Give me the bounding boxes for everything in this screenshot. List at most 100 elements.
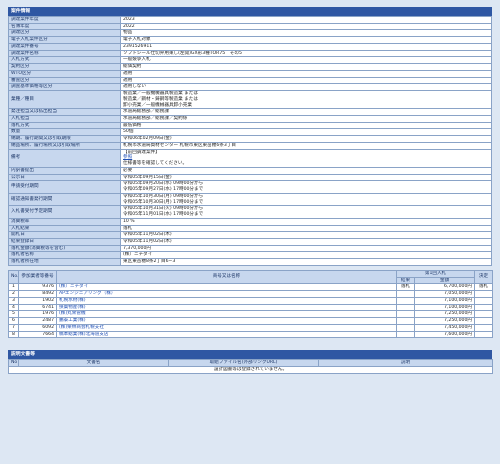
page: 案件情報 調達案件年度 2023 名簿年度 2022 調達区分 物品 電子入札案件区分 電子入… (8, 7, 493, 374)
info-value-line: 水道局総務部／総務課／契約係 (123, 116, 188, 122)
result-no: 8 (8, 330, 19, 339)
results-table: No. 参加業者等番号 商号又は名称 第1回入札 決定 結果 金額 1 9376(… (8, 269, 493, 339)
info-label: 調達区分 (8, 29, 121, 38)
info-label: 公示日 (8, 173, 121, 182)
info-row: 入札方式 一般競争入札 (8, 56, 492, 65)
info-value-line: 令和05年11月01日(水) 17時00分まで (123, 212, 204, 218)
info-value: 適用 (120, 76, 492, 85)
info-value: 一般競争入札 (120, 56, 492, 65)
info-value-line: 水道局総務部／総務課 (123, 109, 169, 115)
result-decision (474, 290, 493, 298)
result-name: 扶桑物産(株) (56, 303, 397, 312)
info-value-line: 10 % (123, 218, 135, 224)
result-code: 6741 (18, 303, 57, 312)
info-row: 落札方式 最低価格 (8, 121, 492, 130)
info-label: 納期、履行期間又は引取期限 (8, 135, 121, 143)
info-row: 入札結果 落札 (8, 224, 492, 233)
info-label: 名簿年度 (8, 22, 121, 31)
result-no: 3 (8, 296, 19, 305)
info-label: 結果登録日 (8, 237, 121, 246)
result-code: 9376 (18, 283, 57, 292)
result-amount: 7,250,000円 (414, 317, 475, 325)
result-code: 8492 (18, 290, 57, 298)
info-value-line: 7,370,000円 (123, 245, 151, 251)
result-result (396, 290, 415, 298)
result-code: 2487 (18, 317, 57, 325)
result-amount: 7,050,000円 (414, 290, 475, 298)
result-decision (474, 317, 493, 325)
col-no: No. (8, 269, 19, 285)
result-name: 鵬泰工業(株) (56, 317, 397, 325)
info-label: 消費税率 (8, 217, 121, 226)
attachments-table: No 文書名 取組ファイル名(外部リンクURL) 説明 設計図書等は登録されてい… (8, 359, 493, 374)
result-name: (株)栗林商会札幌支社 (56, 323, 397, 332)
result-decision: 落札 (474, 283, 493, 292)
info-value-line: 必要 (123, 167, 133, 173)
info-row: 確認通知書発行期間 令和05年10月30日(月) 09時00分から 令和05年10月… (8, 192, 492, 207)
result-result (396, 317, 415, 325)
info-label: 落札方式 (8, 121, 121, 130)
att-col-doc: 文書名 (18, 359, 169, 367)
info-row: 結果登録日 令和05年11月02日(木) (8, 237, 492, 246)
info-value-line: 東区東苗穂8条2丁目6−3 (123, 259, 176, 265)
result-name: (株)丸栄管機 (56, 310, 397, 319)
info-value-line: 50個 (123, 129, 134, 135)
result-no: 7 (8, 323, 19, 332)
info-label: 入札結果 (8, 224, 121, 233)
info-value: 令和05年11月02日(木) (120, 231, 492, 239)
result-no: 6 (8, 317, 19, 325)
info-value: 10 % (120, 217, 492, 226)
result-name: 橋本総業(株)北海道支店 (56, 330, 397, 339)
info-row: WTO区分 適用 (8, 69, 492, 78)
result-no: 5 (8, 310, 19, 319)
result-row: 1 9376 (株）ニチダイ 落札 6,700,000円 落札 (8, 283, 493, 292)
info-label: 入札書受付予定期間 (8, 205, 121, 219)
info-value: 令和05年11月02日(木) (120, 237, 492, 246)
info-row: 申請受付期間 令和05年09月20日(水) 09時00分から 令和05年09月27日… (8, 180, 492, 194)
info-row: 数量 50個 (8, 128, 492, 137)
att-col-desc: 説明 (318, 359, 493, 367)
info-value: 令和05年09月20日(水) 09時00分から 令和05年09月27日(水) 17… (120, 180, 492, 194)
result-result (396, 296, 415, 305)
info-value: 総価契約 (120, 63, 492, 71)
result-decision (474, 296, 493, 305)
info-value-line: 2023 (123, 17, 135, 22)
info-value-line: 物品 (123, 30, 133, 36)
result-result (396, 310, 415, 319)
info-label: 調達案件年度 (8, 16, 121, 24)
info-label: 調達案件名称 (8, 49, 121, 58)
info-label: WTO区分 (8, 69, 121, 78)
result-name: 札幌水材(株) (56, 296, 397, 305)
col-decision: 決定 (474, 269, 493, 285)
info-value-line: 仕様書等を確認してください。 (123, 161, 188, 167)
col-name: 商号又は名称 (56, 269, 397, 285)
result-row: 6 2487 鵬泰工業(株) 7,250,000円 (8, 317, 493, 325)
result-row: 5 1976 (株)丸栄管機 7,250,000円 (8, 310, 493, 319)
result-result (396, 323, 415, 332)
result-name: APエンジニアリング（株） (56, 290, 397, 298)
info-value: 【前回調達案件】 参照 仕様書等を確認してください。 (120, 148, 492, 168)
result-no: 4 (8, 303, 19, 312)
info-row: 備考 【前回調達案件】 参照 仕様書等を確認してください。 (8, 148, 492, 168)
result-code: 6092 (18, 323, 57, 332)
result-amount: 7,250,000円 (414, 310, 475, 319)
col-amount: 金額 (414, 276, 475, 285)
result-name: (株）ニチダイ (56, 283, 397, 292)
col-code: 参加業者等番号 (18, 269, 57, 285)
info-label: 調査基準価格等区分 (8, 83, 121, 92)
info-row: 電子入札案件区分 電子入札対象 (8, 36, 492, 44)
attachments-title: 説明文書等 (8, 350, 492, 360)
info-row: 調達案件年度 2023 (8, 16, 492, 24)
info-value-line: 2022 (123, 23, 135, 29)
info-row: 納期、履行期間又は引取期限 令和06年02月09日(金) (8, 135, 492, 143)
info-value-line: ソフトシール仕切弁用束し(左開)GX形3種TOR75 その5 (123, 50, 242, 56)
info-label: 入札担当 (8, 115, 121, 123)
info-label: 内訳書提出 (8, 166, 121, 175)
info-label: 電子入札案件区分 (8, 36, 121, 44)
info-row: 調達区分 物品 (8, 29, 492, 38)
info-row: 業種／種目 製造業／一般機械器具製造業 または 製造業／鋼材・鋳鋼等製造業 または卸… (8, 90, 492, 110)
result-row: 7 6092 (株)栗林商会札幌支社 7,450,000円 (8, 323, 493, 332)
info-row: 落札者所在地 東区東苗穂8条2丁目6−3 (8, 258, 492, 266)
info-row: 内訳書提出 必要 (8, 166, 492, 175)
result-amount: 7,600,000円 (414, 330, 475, 339)
